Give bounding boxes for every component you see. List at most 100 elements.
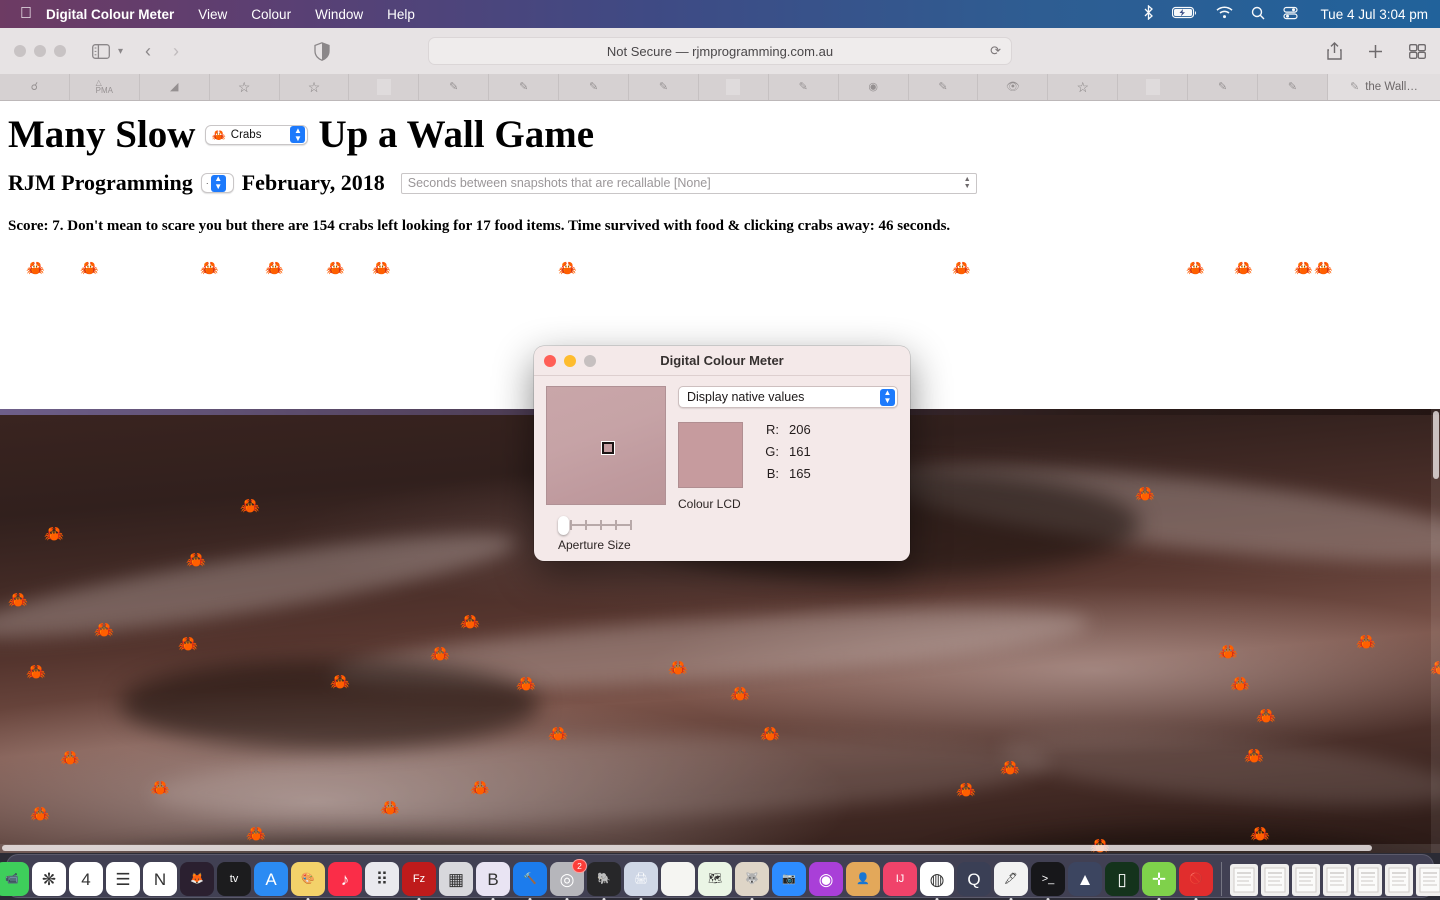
apple-logo-icon[interactable]:  bbox=[20, 6, 32, 22]
month-select[interactable]: · ▲ ▼ bbox=[200, 173, 234, 193]
dock-minimized-window-5[interactable] bbox=[1385, 864, 1413, 896]
crab-sprite[interactable]: 🦀 bbox=[760, 727, 780, 743]
minimize-button[interactable] bbox=[34, 45, 46, 57]
dock-minimized-window-safari[interactable] bbox=[1261, 864, 1289, 896]
bookmark-item[interactable] bbox=[1118, 74, 1189, 100]
dock-minimized-window-4[interactable] bbox=[1354, 864, 1382, 896]
bookmark-item[interactable]: ☆ bbox=[210, 74, 280, 100]
bookmark-item[interactable]: ☌ bbox=[0, 74, 70, 100]
crab-sprite[interactable]: 🦀 bbox=[30, 807, 50, 823]
dock-icon-finder-alt[interactable]: ◎ 2 bbox=[550, 859, 587, 900]
dock-icon-news[interactable]: N bbox=[143, 862, 177, 896]
crab-sprite[interactable]: 🦀 bbox=[516, 677, 536, 693]
dock-icon-intellij[interactable]: IJ bbox=[883, 862, 917, 896]
bookmark-item[interactable]: ✎ bbox=[419, 74, 490, 100]
tab-overview-button[interactable] bbox=[1409, 43, 1426, 59]
search-icon[interactable] bbox=[1251, 6, 1265, 23]
crab-sprite[interactable]: 🦀 bbox=[460, 615, 480, 631]
dock-icon-filezilla[interactable]: Fz bbox=[402, 862, 436, 900]
back-button[interactable]: ‹ bbox=[145, 41, 151, 62]
new-tab-button[interactable] bbox=[1368, 44, 1383, 59]
crab-sprite[interactable]: 🦀 bbox=[330, 675, 350, 691]
crab-sprite[interactable]: 🦀 bbox=[240, 499, 260, 515]
dock-icon-xcode[interactable]: 🔨 bbox=[513, 862, 547, 900]
crab-sprite[interactable]: 🦀 bbox=[1250, 827, 1270, 843]
dock-icon-calculator[interactable]: ▦ bbox=[439, 862, 473, 896]
snapshot-seconds-input[interactable]: Seconds between snapshots that are recal… bbox=[400, 172, 977, 194]
aperture-slider-knob[interactable] bbox=[558, 516, 569, 535]
close-button[interactable] bbox=[14, 45, 26, 57]
horizontal-scrollbar[interactable] bbox=[0, 844, 1440, 853]
bookmark-item[interactable]: 👁 bbox=[978, 74, 1049, 100]
crab-sprite[interactable]: 🦀 bbox=[1234, 261, 1253, 276]
dock-icon-chrome[interactable]: ◍ bbox=[920, 862, 954, 900]
digital-colour-meter-window[interactable]: Digital Colour Meter Display native valu… bbox=[534, 346, 910, 561]
colour-mode-dropdown[interactable]: Display native values ▲ ▼ bbox=[678, 386, 898, 408]
crab-sprite[interactable]: 🦀 bbox=[60, 751, 80, 767]
crab-sprite[interactable]: 🦀 bbox=[1244, 749, 1264, 765]
crab-sprite[interactable]: 🦀 bbox=[430, 647, 450, 663]
crab-sprite[interactable]: 🦀 bbox=[80, 261, 99, 276]
crab-sprite[interactable]: 🦀 bbox=[1314, 261, 1333, 276]
dock-icon-inkscape[interactable]: 🖋 bbox=[994, 862, 1028, 900]
battery-charging-icon[interactable] bbox=[1172, 6, 1198, 22]
dock-minimized-document-1[interactable] bbox=[1230, 864, 1258, 896]
bookmark-item[interactable]: ✎ bbox=[1258, 74, 1328, 100]
dock-icon-terminal[interactable]: >_ bbox=[1031, 862, 1065, 900]
bookmark-item[interactable]: ✎ bbox=[629, 74, 699, 100]
bookmark-item[interactable]: ☆ bbox=[1048, 74, 1119, 100]
menu-item-window[interactable]: Window bbox=[315, 7, 363, 22]
number-stepper-icon[interactable]: ▲ ▼ bbox=[962, 176, 973, 191]
dock-icon-pages-document[interactable] bbox=[661, 862, 695, 896]
bookmark-item[interactable] bbox=[349, 74, 420, 100]
crab-sprite[interactable]: 🦀 bbox=[956, 783, 976, 799]
menu-item-app[interactable]: Digital Colour Meter bbox=[46, 7, 174, 22]
bookmark-item[interactable]: ✎ bbox=[1188, 74, 1259, 100]
zoom-button[interactable] bbox=[54, 45, 66, 57]
dock-icon-firefox[interactable]: 🦊 bbox=[180, 862, 214, 896]
crab-sprite[interactable]: 🦀 bbox=[1000, 761, 1020, 777]
menu-item-colour[interactable]: Colour bbox=[251, 7, 291, 22]
chevron-down-icon[interactable]: ▾ bbox=[118, 46, 123, 57]
crab-sprite[interactable]: 🦀 bbox=[380, 801, 400, 817]
address-bar[interactable]: Not Secure — rjmprogramming.com.au ⟳ bbox=[428, 37, 1012, 65]
bookmark-item[interactable]: ✎ bbox=[769, 74, 839, 100]
dock-icon-contacts[interactable]: 👤 bbox=[846, 862, 880, 896]
scrollbar-thumb[interactable] bbox=[1433, 411, 1439, 479]
dock-icon-paintbrush-app[interactable]: 🎨 bbox=[291, 862, 325, 900]
crab-sprite[interactable]: 🦀 bbox=[470, 781, 490, 797]
crab-sprite[interactable]: 🦀 bbox=[94, 623, 114, 639]
crab-sprite[interactable]: 🦀 bbox=[44, 527, 64, 543]
dock-icon-colour-meter[interactable]: ✛ bbox=[1142, 862, 1176, 900]
crab-sprite[interactable]: 🦀 bbox=[1294, 261, 1313, 276]
crab-sprite[interactable]: 🦀 bbox=[26, 261, 45, 276]
bluetooth-icon[interactable] bbox=[1143, 4, 1154, 23]
creature-select[interactable]: 🦀 Crabs ▲ ▼ bbox=[205, 124, 309, 145]
control-center-icon[interactable] bbox=[1283, 6, 1299, 23]
dock-icon-app-store[interactable]: A bbox=[254, 862, 288, 896]
crab-sprite[interactable]: 🦀 bbox=[8, 593, 28, 609]
crab-sprite[interactable]: 🦀 bbox=[246, 827, 266, 843]
dock-icon-gimp[interactable]: 🐺 bbox=[735, 862, 769, 900]
crab-sprite[interactable]: 🦀 bbox=[326, 261, 345, 276]
menu-item-help[interactable]: Help bbox=[387, 7, 415, 22]
crab-sprite[interactable]: 🦀 bbox=[265, 261, 284, 276]
bookmark-item[interactable]: △ PMA bbox=[70, 74, 140, 100]
dock-icon-zoom[interactable]: 📷 bbox=[772, 862, 806, 896]
crab-sprite[interactable]: 🦀 bbox=[1135, 487, 1155, 503]
dock-minimized-window-2[interactable] bbox=[1292, 864, 1320, 896]
crab-sprite[interactable]: 🦀 bbox=[178, 637, 198, 653]
crab-sprite[interactable]: 🦀 bbox=[186, 553, 206, 569]
crab-sprite[interactable]: 🦀 bbox=[730, 687, 750, 703]
bookmark-item[interactable]: ◉ bbox=[839, 74, 909, 100]
sidebar-toggle-icon[interactable] bbox=[92, 43, 110, 59]
dock-icon-bitwarden[interactable]: B bbox=[476, 862, 510, 900]
dock-icon-podcasts[interactable]: ◉ bbox=[809, 862, 843, 896]
dock-icon-evernote[interactable]: 🐘 bbox=[587, 862, 621, 900]
crab-sprite[interactable]: 🦀 bbox=[952, 261, 971, 276]
dock-minimized-window-3[interactable] bbox=[1323, 864, 1351, 896]
bookmark-item[interactable]: ✎ bbox=[559, 74, 630, 100]
scrollbar-thumb[interactable] bbox=[2, 845, 1372, 851]
share-button[interactable] bbox=[1327, 42, 1342, 60]
crab-sprite[interactable]: 🦀 bbox=[26, 665, 46, 681]
